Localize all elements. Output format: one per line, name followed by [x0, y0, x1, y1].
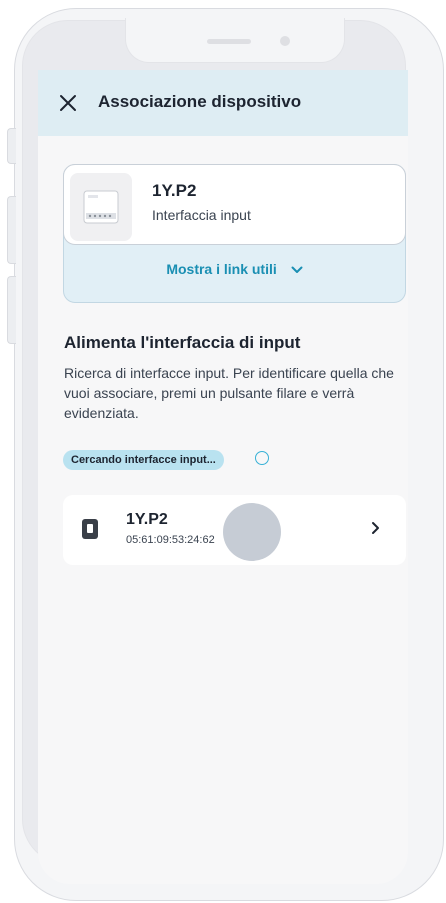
- speaker-grille: [207, 39, 251, 44]
- spinner-icon: [255, 451, 269, 465]
- device-summary: 1Y.P2 Interfaccia input: [63, 164, 406, 245]
- app-screen: Associazione dispositivo 1Y.P2 Interfacc…: [38, 70, 408, 884]
- touch-indicator: [223, 503, 281, 561]
- phone-side-button: [7, 196, 16, 264]
- input-interface-icon: [82, 519, 98, 539]
- device-name: 1Y.P2: [152, 181, 197, 200]
- chevron-down-icon: [291, 266, 303, 274]
- phone-side-button: [7, 128, 16, 164]
- device-image: [70, 173, 132, 241]
- device-module-icon: [83, 190, 119, 224]
- phone-side-button: [7, 276, 16, 344]
- page-title: Associazione dispositivo: [98, 92, 302, 111]
- status-badge: Cercando interfacce input...: [63, 450, 224, 470]
- result-mac-address: 05:61:09:53:24:62: [126, 534, 215, 546]
- top-bar: Associazione dispositivo: [38, 70, 408, 136]
- section-title: Alimenta l'interfaccia di input: [64, 333, 301, 352]
- close-icon[interactable]: [58, 93, 78, 113]
- result-device-name: 1Y.P2: [126, 511, 168, 528]
- device-type: Interfaccia input: [152, 207, 251, 223]
- show-links-label: Mostra i link utili: [166, 261, 277, 277]
- device-card: 1Y.P2 Interfaccia input Mostra i link ut…: [63, 164, 406, 303]
- section-description: Ricerca di interfacce input. Per identif…: [64, 365, 394, 421]
- show-links-button[interactable]: Mostra i link utili: [64, 261, 405, 277]
- chevron-right-icon: [372, 522, 379, 534]
- front-camera: [280, 36, 290, 46]
